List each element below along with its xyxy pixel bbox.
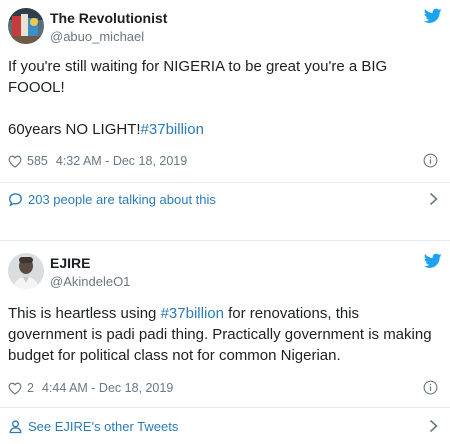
hashtag-link[interactable]: #37billion bbox=[161, 305, 224, 322]
chevron-right-icon bbox=[429, 192, 438, 206]
tweet-separator bbox=[0, 217, 450, 240]
user-handle[interactable]: @abuo_michael bbox=[50, 29, 167, 45]
tweet-card-2: EJIRE @AkindeleO1 This is heartless usin… bbox=[0, 240, 450, 444]
heart-icon[interactable] bbox=[8, 155, 22, 168]
avatar-graffiti-icon[interactable] bbox=[8, 8, 44, 44]
speech-bubble-icon bbox=[9, 192, 22, 206]
divider bbox=[0, 182, 450, 183]
tweet-header: EJIRE @AkindeleO1 bbox=[8, 253, 442, 293]
timestamp-link[interactable]: 4:44 AM - Dec 18, 2019 bbox=[42, 381, 173, 395]
other-tweets-label: See EJIRE's other Tweets bbox=[28, 418, 179, 434]
like-count: 585 bbox=[27, 154, 48, 168]
divider bbox=[0, 407, 450, 408]
tweet-text-line: This is heartless using #37billion for r… bbox=[8, 303, 438, 366]
info-icon[interactable] bbox=[423, 380, 438, 395]
other-tweets-link[interactable]: See EJIRE's other Tweets bbox=[8, 416, 442, 436]
user-names: EJIRE @AkindeleO1 bbox=[50, 255, 130, 290]
avatar-person-icon[interactable] bbox=[8, 253, 44, 289]
tweet-text: This is heartless using #37billion for r… bbox=[8, 303, 438, 366]
display-name[interactable]: EJIRE bbox=[50, 255, 130, 272]
like-count: 2 bbox=[27, 381, 34, 395]
tweet-feed: The Revolutionist @abuo_michael If you'r… bbox=[0, 0, 450, 444]
conversation-link[interactable]: 203 people are talking about this bbox=[8, 189, 442, 209]
person-icon bbox=[9, 419, 22, 433]
timestamp-link[interactable]: 4:32 AM - Dec 18, 2019 bbox=[56, 154, 187, 168]
tweet-card-1: The Revolutionist @abuo_michael If you'r… bbox=[0, 0, 450, 218]
tweet-text-line: If you're still waiting for NIGERIA to b… bbox=[8, 58, 388, 96]
info-icon[interactable] bbox=[423, 153, 438, 168]
user-handle[interactable]: @AkindeleO1 bbox=[50, 274, 130, 290]
tweet-meta: 2 4:44 AM - Dec 18, 2019 bbox=[8, 379, 442, 397]
hashtag-link[interactable]: #37billion bbox=[141, 121, 204, 138]
user-names: The Revolutionist @abuo_michael bbox=[50, 10, 167, 45]
heart-icon[interactable] bbox=[8, 382, 22, 395]
tweet-text: If you're still waiting for NIGERIA to b… bbox=[8, 56, 438, 140]
tweet-text-fragment: This is heartless using bbox=[8, 305, 161, 322]
tweet-meta: 585 4:32 AM - Dec 18, 2019 bbox=[8, 152, 442, 170]
twitter-bird-icon[interactable] bbox=[424, 253, 442, 269]
tweet-text-fragment: 60years NO LIGHT! bbox=[8, 121, 141, 138]
conversation-label: 203 people are talking about this bbox=[28, 191, 216, 207]
tweet-header: The Revolutionist @abuo_michael bbox=[8, 8, 442, 48]
chevron-right-icon bbox=[429, 419, 438, 433]
twitter-bird-icon[interactable] bbox=[424, 8, 442, 24]
tweet-text-line: 60years NO LIGHT!#37billion bbox=[8, 119, 438, 140]
display-name[interactable]: The Revolutionist bbox=[50, 10, 167, 27]
